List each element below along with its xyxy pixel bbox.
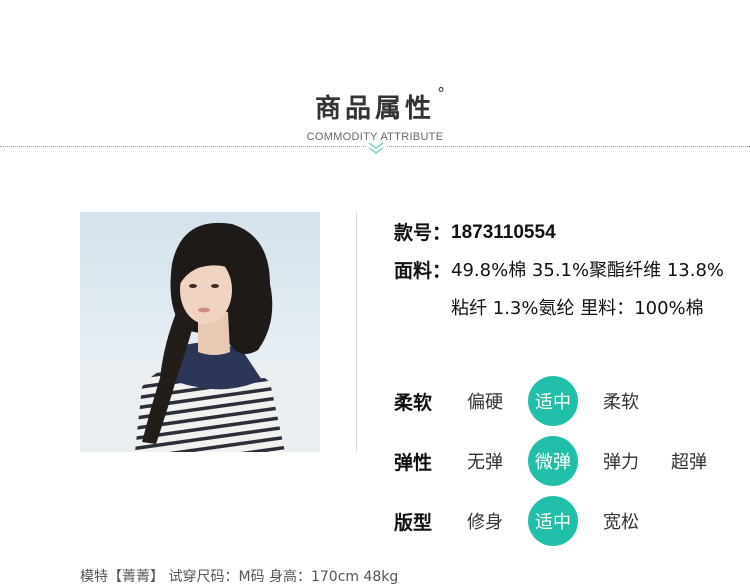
product-details: 款号： 1873110554 面料： 49.8%棉 35.1%聚酯纤维 13.8… xyxy=(394,214,734,328)
option-no-stretch: 无弹 xyxy=(467,452,503,473)
option-slim: 修身 xyxy=(467,512,503,533)
attribute-options: 无弹 微弹 弹力 超弹 xyxy=(460,436,732,486)
attribute-name: 版型 xyxy=(394,511,433,534)
style-number-value: 1873110554 xyxy=(451,222,556,243)
section-title-text: 商品属性 xyxy=(314,94,435,124)
option-slight-stretch-selected: 微弹 xyxy=(528,436,578,486)
section-header: 商品属性 ° COMMODITY ATTRIBUTE xyxy=(0,84,750,143)
attribute-name: 柔软 xyxy=(394,391,433,414)
model-info: 模特【菁菁】 试穿尺码：M码 身高：170cm 48kg xyxy=(80,569,399,585)
attribute-options: 偏硬 适中 柔软 xyxy=(460,376,664,426)
section-title: 商品属性 ° xyxy=(314,84,445,125)
option-moderate-selected: 适中 xyxy=(528,496,578,546)
option-soft: 柔软 xyxy=(603,392,639,413)
attribute-elasticity: 弹性 无弹 微弹 弹力 超弹 xyxy=(394,436,734,486)
style-number-label: 款号： xyxy=(394,222,452,244)
fabric-row: 面料： 49.8%棉 35.1%聚酯纤维 13.8%粘纤 1.3%氨纶 里料：1… xyxy=(394,252,734,328)
style-number-row: 款号： 1873110554 xyxy=(394,214,734,252)
model-photo xyxy=(80,212,320,452)
attribute-name: 弹性 xyxy=(394,451,433,474)
fabric-label: 面料： xyxy=(394,260,452,282)
option-hard: 偏硬 xyxy=(467,392,503,413)
attribute-softness: 柔软 偏硬 适中 柔软 xyxy=(394,376,734,426)
fabric-value: 49.8%棉 35.1%聚酯纤维 13.8%粘纤 1.3%氨纶 里料：100%棉 xyxy=(451,260,725,319)
double-chevron-down-icon xyxy=(366,140,386,156)
degree-mark: ° xyxy=(437,84,449,103)
attribute-fit: 版型 修身 适中 宽松 xyxy=(394,496,734,546)
option-moderate-selected: 适中 xyxy=(528,376,578,426)
vertical-divider xyxy=(356,212,357,452)
option-stretch: 弹力 xyxy=(603,452,639,473)
attribute-options: 修身 适中 宽松 xyxy=(460,496,664,546)
option-super-stretch: 超弹 xyxy=(671,452,707,473)
option-loose: 宽松 xyxy=(603,512,639,533)
